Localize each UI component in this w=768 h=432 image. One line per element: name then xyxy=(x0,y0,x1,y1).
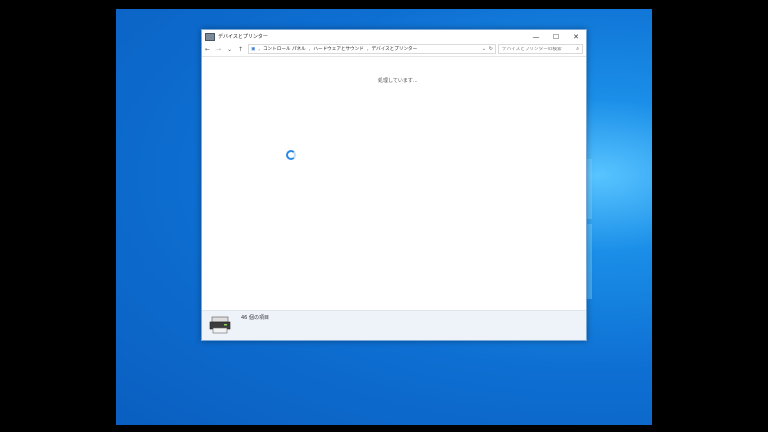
devices-content-area[interactable]: 処理しています... xyxy=(202,57,586,312)
breadcrumb-separator: › xyxy=(366,46,369,52)
back-button[interactable]: ← xyxy=(202,46,213,53)
devices-printers-icon xyxy=(205,32,215,41)
maximize-button[interactable]: ☐ xyxy=(546,30,566,43)
control-panel-icon: ▣ xyxy=(251,46,256,52)
breadcrumb-hardware-sound[interactable]: ハードウェアとサウンド xyxy=(313,46,363,52)
processing-message: 処理しています... xyxy=(378,78,418,84)
devices-and-printers-window: デバイスとプリンター — ☐ ✕ ← → ⌄ ↑ ▣ › コントロール パネル … xyxy=(201,29,587,341)
breadcrumb-control-panel[interactable]: コントロール パネル xyxy=(263,46,306,52)
search-icon[interactable]: ⌕ xyxy=(576,46,579,52)
refresh-icon[interactable]: ↻ xyxy=(489,46,493,52)
address-bar[interactable]: ▣ › コントロール パネル › ハードウェアとサウンド › デバイスとプリンタ… xyxy=(248,44,496,54)
printer-icon xyxy=(209,316,231,334)
recent-locations-button[interactable]: ⌄ xyxy=(224,46,235,53)
title-bar[interactable]: デバイスとプリンター — ☐ ✕ xyxy=(202,30,586,43)
up-button[interactable]: ↑ xyxy=(235,46,246,53)
close-button[interactable]: ✕ xyxy=(566,30,586,43)
minimize-button[interactable]: — xyxy=(526,30,546,43)
address-dropdown-icon[interactable]: ⌄ xyxy=(482,46,486,52)
caption-buttons: — ☐ ✕ xyxy=(526,30,586,43)
item-count: 46 個の項目 xyxy=(241,315,269,321)
loading-cursor-icon xyxy=(286,150,296,160)
breadcrumb-devices-printers[interactable]: デバイスとプリンター xyxy=(371,46,417,52)
breadcrumb-separator: › xyxy=(258,46,260,52)
window-title: デバイスとプリンター xyxy=(218,34,268,40)
breadcrumb-separator: › xyxy=(308,46,311,52)
navigation-bar: ← → ⌄ ↑ ▣ › コントロール パネル › ハードウェアとサウンド › デ… xyxy=(202,43,586,57)
search-box[interactable]: ⌕ xyxy=(498,44,583,54)
forward-button[interactable]: → xyxy=(213,46,224,53)
search-input[interactable] xyxy=(502,46,572,52)
details-pane: 46 個の項目 xyxy=(202,310,586,340)
